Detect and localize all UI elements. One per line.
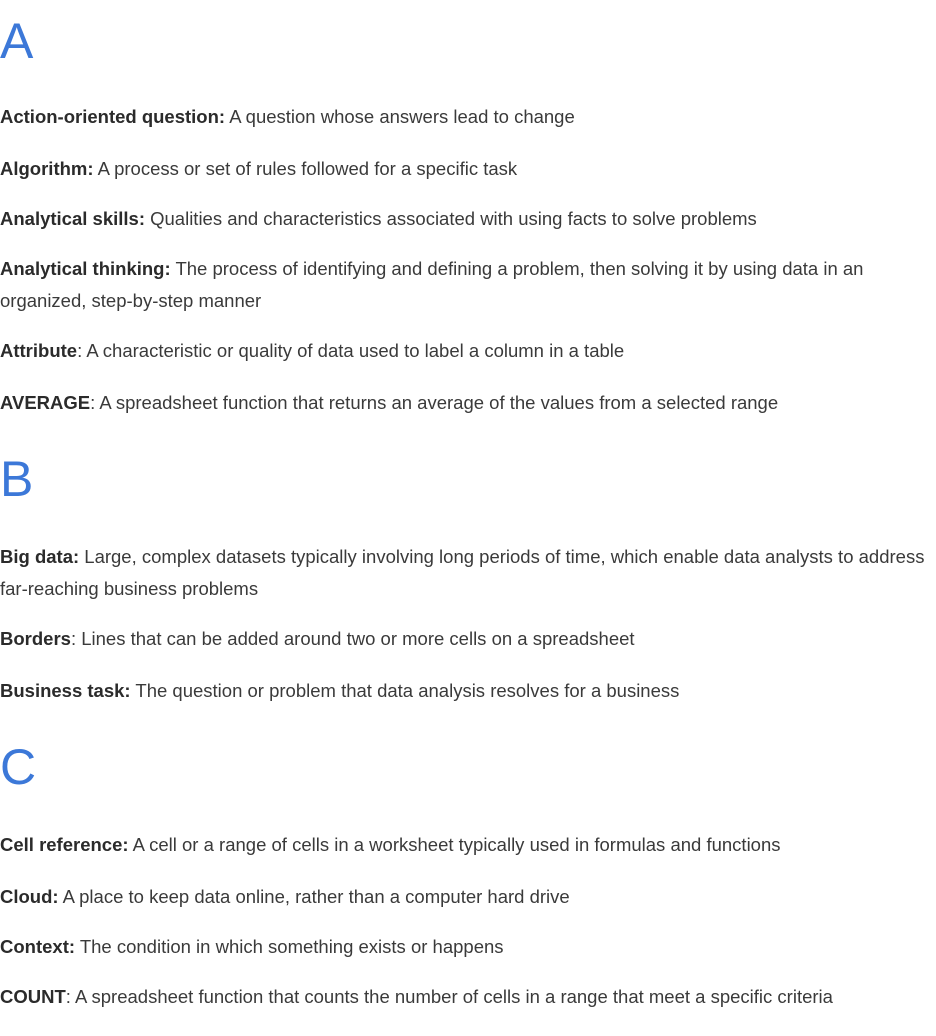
glossary-definition: A question whose answers lead to change [225,106,575,127]
glossary-term: Analytical skills: [0,208,145,229]
glossary-entry: Attribute: A characteristic or quality o… [0,335,934,367]
glossary-definition: A cell or a range of cells in a workshee… [128,834,781,855]
glossary-entry: COUNT: A spreadsheet function that count… [0,981,934,1013]
glossary-term: Algorithm: [0,158,94,179]
glossary-entry: Action-oriented question: A question who… [0,101,934,133]
glossary-entry: Context: The condition in which somethin… [0,931,934,963]
glossary-term: Big data: [0,546,80,567]
glossary-term: Action-oriented question: [0,106,226,127]
glossary-definition: : A characteristic or quality of data us… [77,340,625,361]
glossary-term: AVERAGE [0,392,91,413]
glossary-entry: Big data: Large, complex datasets typica… [0,541,934,605]
section-letter-c: C [0,739,37,795]
glossary-definition: Large, complex datasets typically involv… [0,546,925,599]
glossary-definition: The condition in which something exists … [75,936,504,957]
glossary-term: Cell reference: [0,834,129,855]
glossary-definition: : Lines that can be added around two or … [70,628,635,649]
glossary-term: Analytical thinking: [0,258,171,279]
glossary-entry: AVERAGE: A spreadsheet function that ret… [0,387,934,419]
glossary-term: Cloud: [0,886,59,907]
glossary-term: Context: [0,936,76,957]
glossary-term: Attribute [0,340,78,361]
section-letter-b: B [0,451,34,507]
glossary-entry: Cloud: A place to keep data online, rath… [0,881,934,913]
section-letter-a: A [0,13,34,69]
glossary-term: COUNT [0,986,66,1007]
glossary-entry: Analytical thinking: The process of iden… [0,253,934,317]
glossary-entry: Business task: The question or problem t… [0,675,934,707]
glossary-term: Business task: [0,680,131,701]
glossary-definition: : A spreadsheet function that returns an… [90,392,779,413]
glossary-entry: Algorithm: A process or set of rules fol… [0,153,934,185]
glossary-term: Borders [0,628,71,649]
glossary-entry: Borders: Lines that can be added around … [0,623,934,655]
glossary-page: A Action-oriented question: A question w… [0,0,936,1036]
glossary-definition: A place to keep data online, rather than… [58,886,570,907]
glossary-definition: The question or problem that data analys… [130,680,680,701]
glossary-definition: A process or set of rules followed for a… [93,158,518,179]
glossary-entry: Cell reference: A cell or a range of cel… [0,829,934,861]
glossary-definition: : A spreadsheet function that counts the… [65,986,833,1007]
glossary-definition: Qualities and characteristics associated… [144,208,757,229]
glossary-entry: Analytical skills: Qualities and charact… [0,203,934,235]
